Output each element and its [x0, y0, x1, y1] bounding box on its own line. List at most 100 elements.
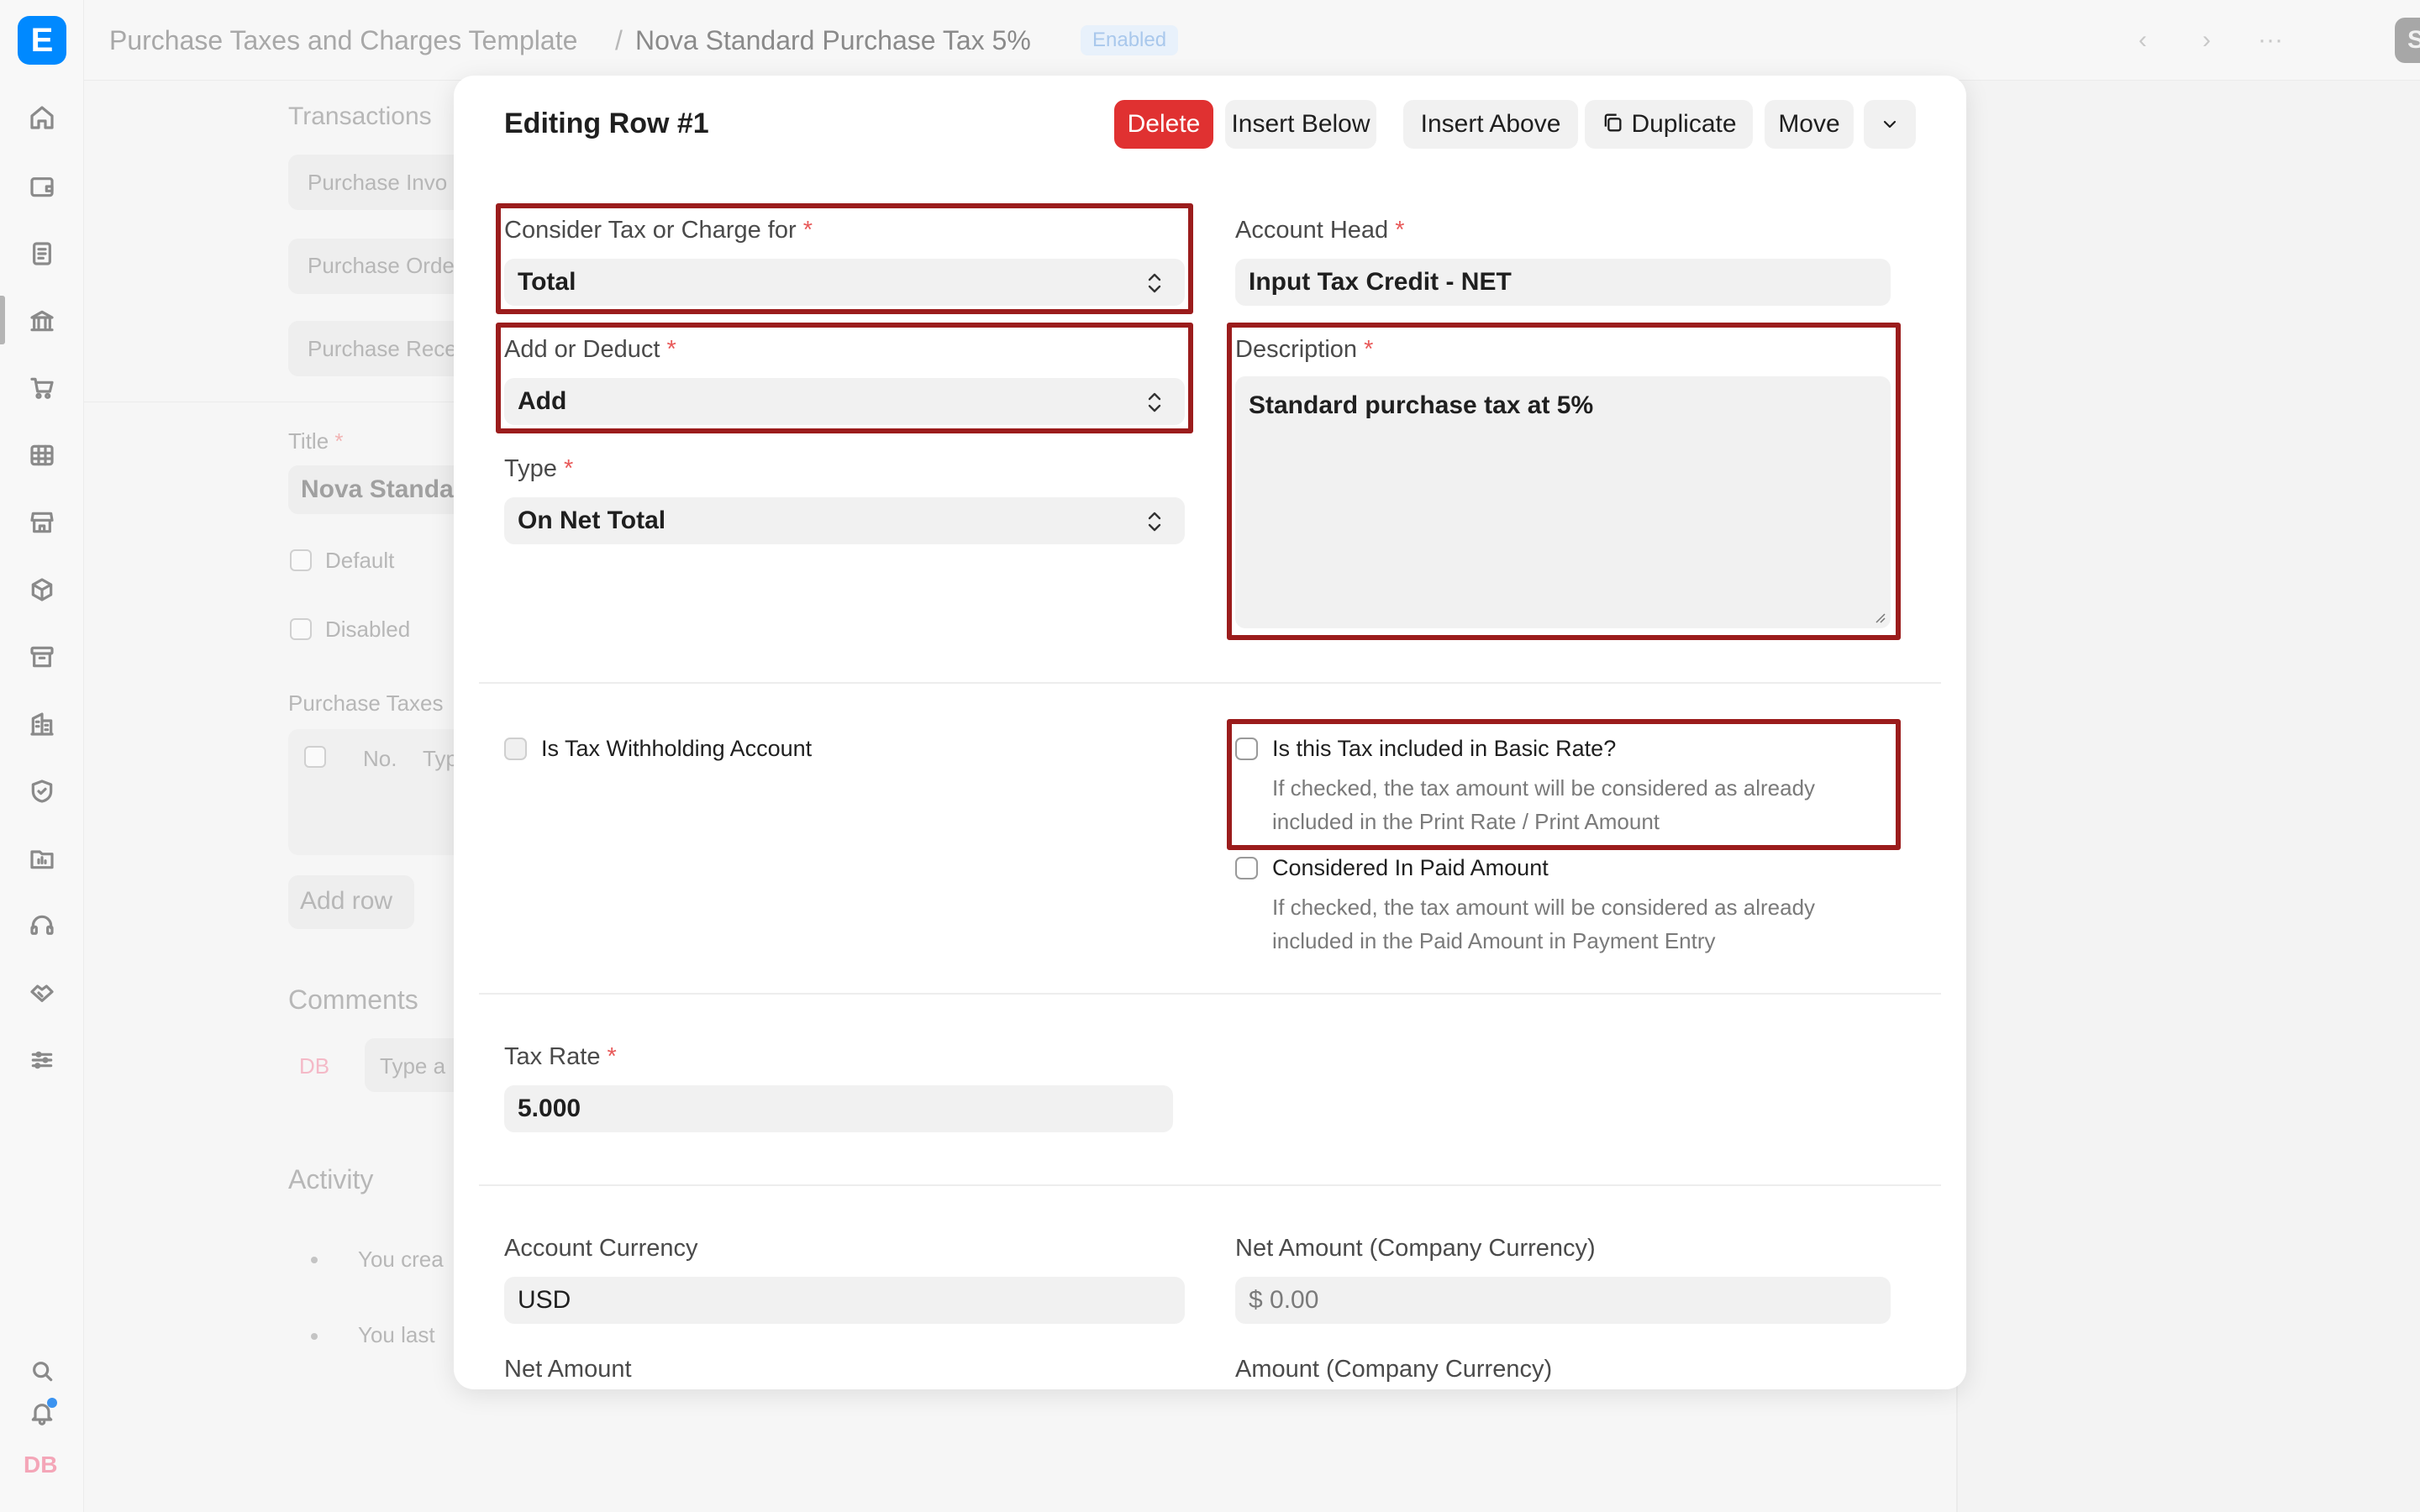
breadcrumb-separator: / [615, 25, 623, 55]
included-in-basic-rate-label: Is this Tax included in Basic Rate? [1272, 736, 1617, 761]
insert-above-button[interactable]: Insert Above [1403, 100, 1578, 149]
consider-tax-label: Consider Tax or Charge for * [504, 217, 813, 244]
transactions-heading: Transactions [288, 102, 432, 130]
duplicate-label: Duplicate [1631, 110, 1737, 138]
app-logo[interactable]: E [18, 16, 66, 65]
timeline-dot [311, 1333, 318, 1340]
wallet-icon[interactable] [27, 171, 57, 202]
page-title: Nova Standard Purchase Tax 5% [635, 25, 1031, 55]
document-icon[interactable] [27, 239, 57, 269]
withholding-label: Is Tax Withholding Account [541, 736, 813, 761]
chevron-right-icon: › [2202, 26, 2211, 54]
sidebar-active-indicator [0, 296, 5, 344]
select-arrows-icon [1148, 273, 1161, 293]
included-in-basic-rate-checkbox[interactable] [1235, 738, 1258, 760]
select-arrows-icon [1148, 392, 1161, 412]
description-textarea[interactable]: Standard purchase tax at 5% [1235, 376, 1891, 628]
comment-avatar: DB [299, 1053, 330, 1079]
edit-row-dialog: Editing Row #1 Delete Insert Below Inser… [454, 76, 1966, 1389]
table-header-type: Typ [423, 746, 458, 771]
activity-heading: Activity [288, 1164, 374, 1194]
shield-icon[interactable] [27, 776, 57, 806]
delete-button[interactable]: Delete [1114, 100, 1213, 149]
activity-item: You crea [358, 1247, 444, 1272]
section-divider [479, 993, 1941, 995]
consider-tax-select[interactable]: Total [504, 259, 1185, 306]
notification-dot [47, 1398, 57, 1408]
handshake-icon[interactable] [27, 978, 57, 1008]
add-row-label: Add row [300, 887, 393, 915]
folder-chart-icon[interactable] [27, 843, 57, 874]
dialog-title: Editing Row #1 [504, 108, 709, 139]
breadcrumb-parent[interactable]: Purchase Taxes and Charges Template [109, 25, 577, 56]
activity-item: You last [358, 1322, 435, 1347]
account-head-label: Account Head * [1235, 217, 1405, 244]
net-amount-company-input: $ 0.00 [1235, 1277, 1891, 1324]
consider-tax-value: Total [518, 268, 576, 296]
title-label: Title * [288, 428, 344, 454]
move-button[interactable]: Move [1765, 100, 1854, 149]
type-label: Type * [504, 455, 574, 482]
package-icon[interactable] [27, 575, 57, 605]
default-label: Default [325, 548, 395, 573]
store-icon[interactable] [27, 507, 57, 538]
section-divider [479, 682, 1941, 684]
type-select[interactable]: On Net Total [504, 497, 1185, 544]
next-record-button[interactable]: › [2185, 18, 2228, 62]
headset-icon[interactable] [27, 911, 57, 941]
withholding-checkbox[interactable] [504, 738, 527, 760]
insert-below-button[interactable]: Insert Below [1225, 100, 1376, 149]
archive-icon[interactable] [27, 642, 57, 672]
top-bar: Purchase Taxes and Charges Template / No… [84, 0, 2420, 81]
copy-icon [1605, 113, 1622, 132]
resize-grip-icon[interactable] [1872, 610, 1886, 623]
considered-in-paid-label: Considered In Paid Amount [1272, 855, 1549, 880]
cart-icon[interactable] [27, 373, 57, 403]
app-sidebar: E DB [0, 0, 84, 1512]
account-currency-input[interactable]: USD [504, 1277, 1185, 1324]
chevron-left-icon: ‹ [2139, 26, 2147, 54]
considered-in-paid-checkbox[interactable] [1235, 857, 1258, 879]
amount-company-label: Amount (Company Currency) [1235, 1356, 1553, 1383]
building-icon[interactable] [27, 709, 57, 739]
more-actions-button[interactable]: ··· [2249, 18, 2292, 62]
add-deduct-value: Add [518, 387, 567, 415]
save-button[interactable]: Save [2395, 18, 2420, 63]
user-avatar[interactable]: DB [24, 1452, 57, 1478]
select-arrows-icon [1148, 512, 1161, 532]
search-icon[interactable] [27, 1356, 57, 1386]
more-horizontal-icon: ··· [2258, 26, 2283, 54]
comment-placeholder: Type a [380, 1053, 446, 1079]
table-icon[interactable] [27, 440, 57, 470]
account-currency-value: USD [518, 1286, 571, 1314]
net-amount-label: Net Amount [504, 1356, 632, 1383]
chevron-down-icon [1883, 120, 1897, 129]
more-options-button[interactable] [1864, 100, 1916, 149]
sliders-icon[interactable] [27, 1045, 57, 1075]
status-badge: Enabled [1081, 25, 1179, 55]
account-head-input[interactable]: Input Tax Credit - NET [1235, 259, 1891, 306]
included-help-text: If checked, the tax amount will be consi… [1272, 775, 1816, 834]
transaction-item-label: Purchase Rece [308, 336, 457, 361]
timeline-dot [311, 1257, 318, 1263]
paid-help-text: If checked, the tax amount will be consi… [1272, 895, 1816, 953]
tax-rate-label: Tax Rate * [504, 1043, 617, 1070]
disabled-checkbox[interactable] [290, 618, 312, 640]
bank-icon[interactable] [27, 306, 57, 336]
previous-record-button[interactable]: ‹ [2121, 18, 2165, 62]
net-amount-company-label: Net Amount (Company Currency) [1235, 1235, 1596, 1262]
tax-rate-input[interactable]: 5.000 [504, 1085, 1173, 1132]
add-deduct-label: Add or Deduct * [504, 336, 676, 363]
type-value: On Net Total [518, 507, 666, 534]
table-select-all-checkbox[interactable] [304, 746, 326, 768]
home-icon[interactable] [27, 102, 57, 133]
title-value: Nova Standar [301, 475, 464, 503]
duplicate-button[interactable]: Duplicate [1585, 100, 1753, 149]
transaction-item-label: Purchase Orde [308, 253, 455, 278]
description-label: Description * [1235, 336, 1374, 363]
disabled-label: Disabled [325, 617, 411, 642]
default-checkbox[interactable] [290, 549, 312, 571]
account-head-value: Input Tax Credit - NET [1249, 268, 1512, 296]
add-deduct-select[interactable]: Add [504, 378, 1185, 425]
tax-rate-value: 5.000 [518, 1095, 581, 1122]
